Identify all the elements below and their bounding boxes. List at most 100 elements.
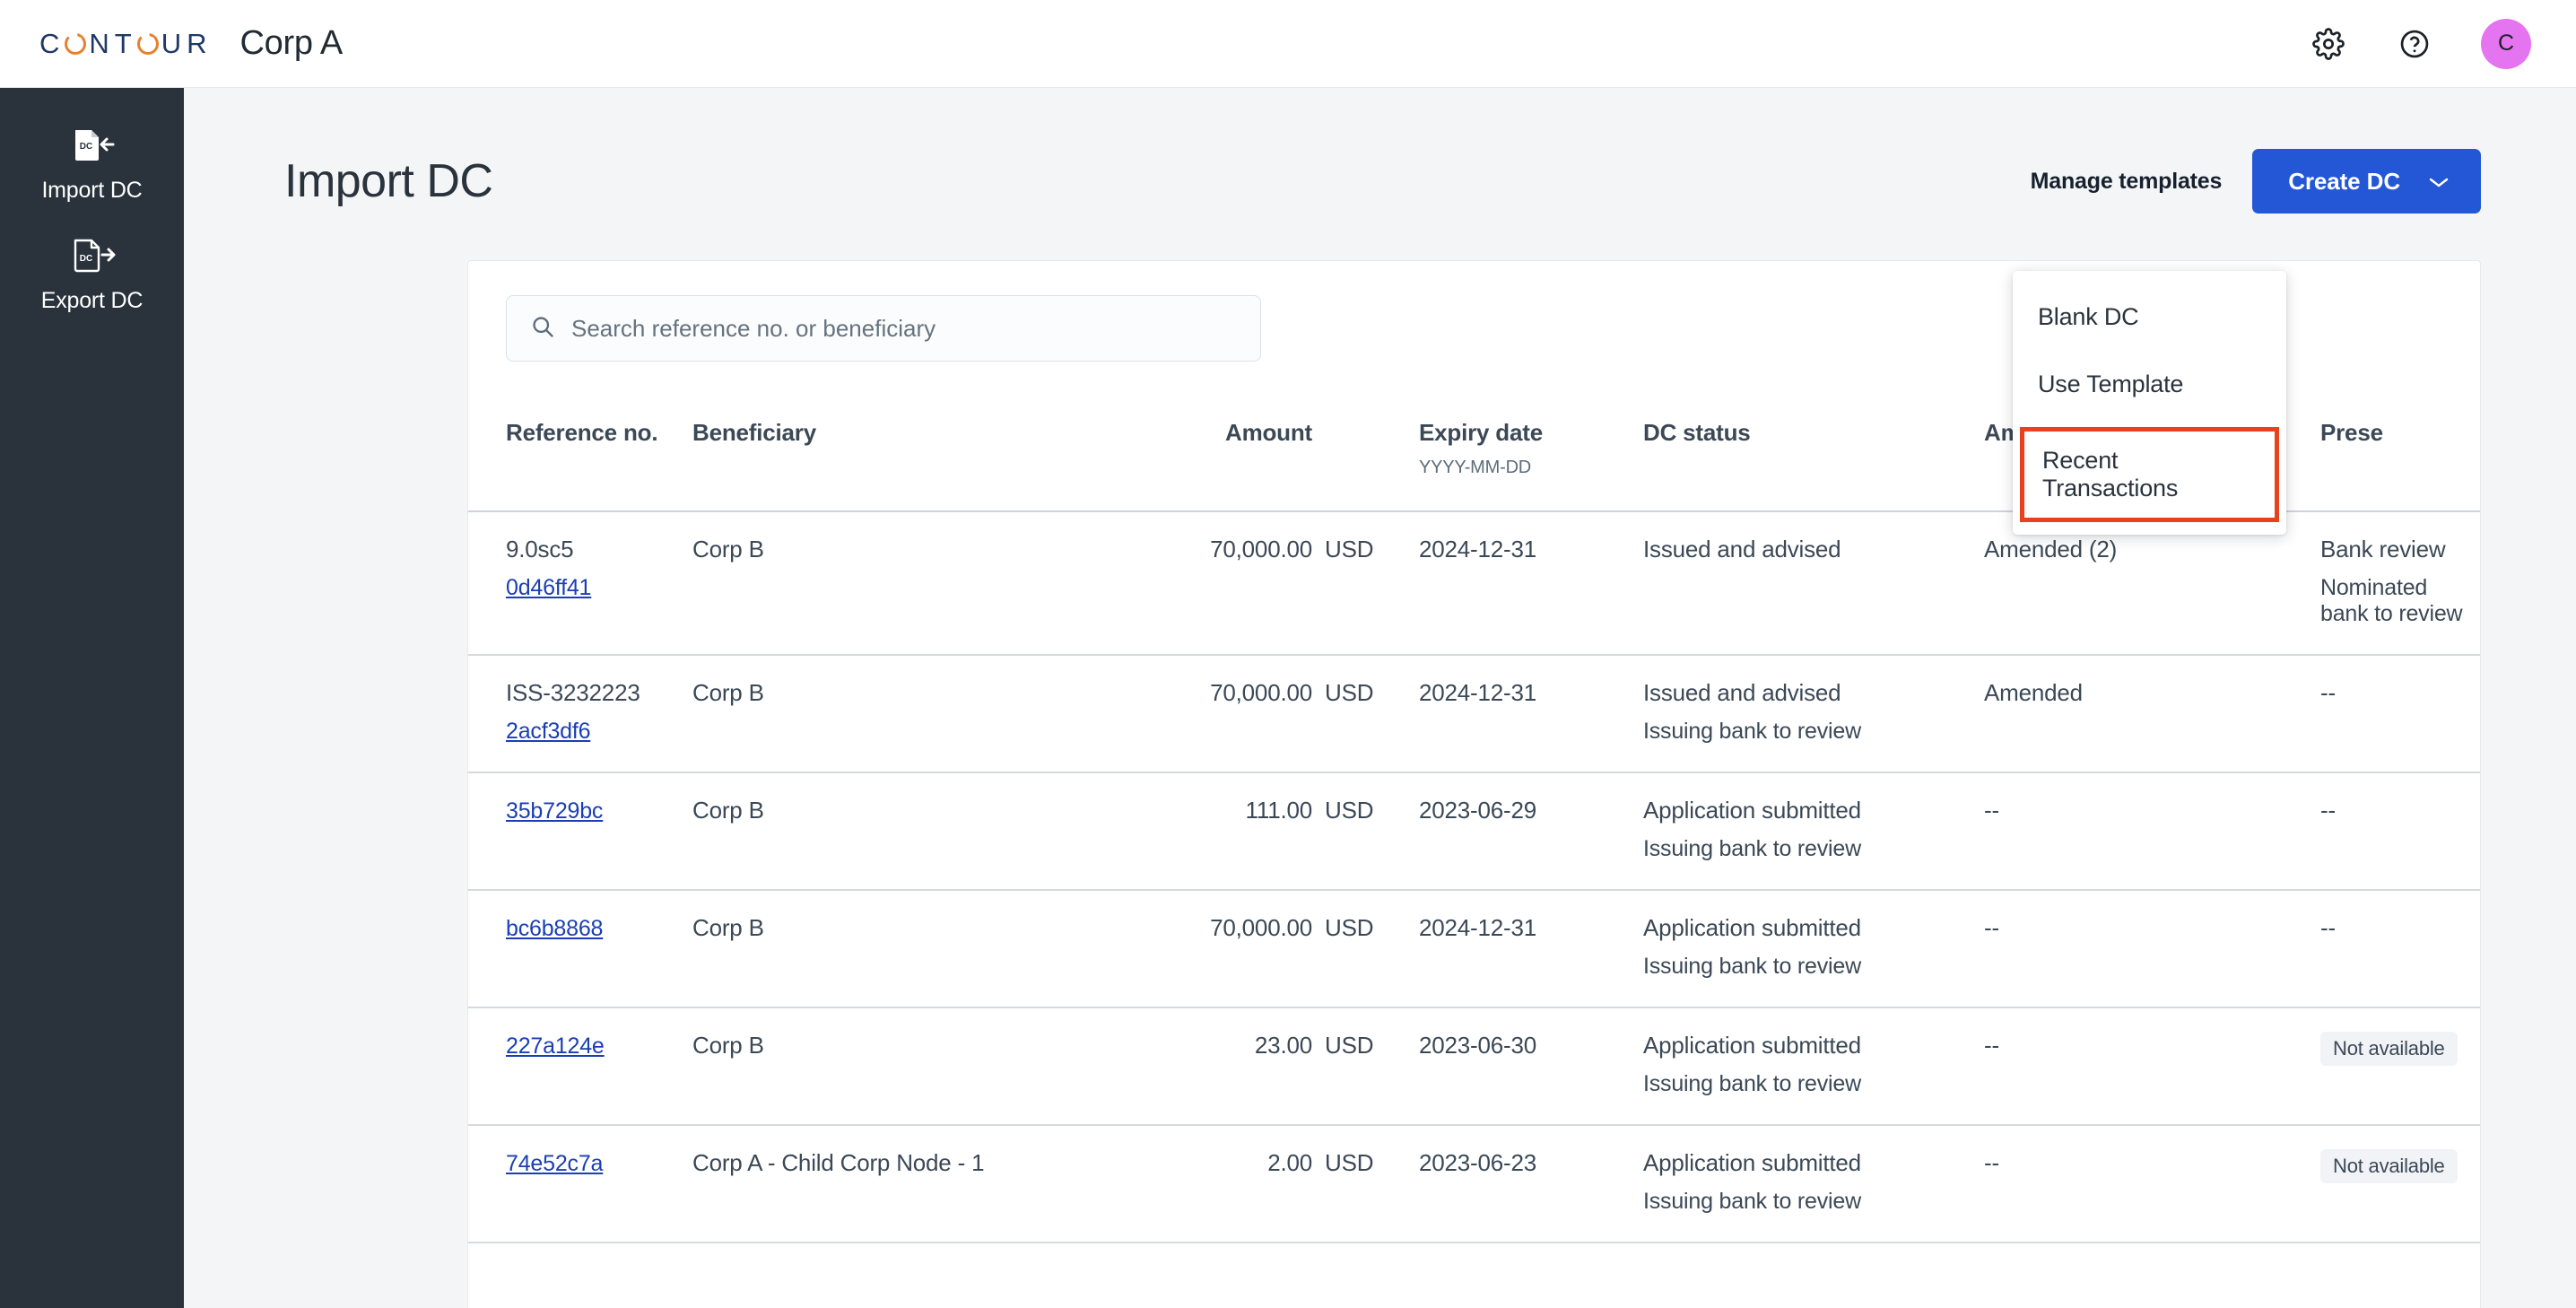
page-header-actions: Manage templates Create DC [2031,149,2481,214]
create-dc-label: Create DC [2288,167,2400,195]
cell-presentation-status: -- [2320,772,2480,891]
avatar[interactable]: C [2481,18,2531,69]
logo-letter-o-1 [65,32,87,55]
table-row[interactable]: 74e52c7a Corp A - Child Corp Node - 1 2.00… [468,1125,2480,1243]
sidebar-item-label: Import DC [41,178,143,203]
cell-beneficiary: Corp B [692,511,1132,656]
menu-item-blank-dc[interactable]: Blank DC [2013,283,2286,351]
sidebar: DC Import DC DC Export DC [0,88,184,1308]
cell-dc-status-sub: Issuing bank to review [1643,1071,1861,1096]
table-row[interactable]: bc6b8868 Corp B 70,000.00 USD 2024-12-31 Appl… [468,890,2480,1008]
column-header-currency [1325,396,1419,512]
search-box[interactable] [506,295,1261,362]
cell-amount: 23.00 [1132,1007,1325,1126]
document-export-icon: DC [68,234,117,281]
column-header-amount[interactable]: Amount [1132,396,1325,512]
cell-currency: USD [1325,655,1419,773]
sidebar-item-import-dc[interactable]: DC Import DC [0,108,184,218]
cell-expiry-date: 2024-12-31 [1419,511,1643,656]
reference-no-link[interactable]: bc6b8868 [506,916,603,942]
page-title: Import DC [284,155,493,207]
create-dc-dropdown-menu: Blank DC Use Template Recent Transaction… [2013,271,2286,535]
cell-currency: USD [1325,890,1419,1008]
table-row[interactable]: 35b729bc Corp B 111.00 USD 2023-06-29 Applica… [468,772,2480,891]
reference-no-text: ISS-3232223 [506,679,640,706]
column-header-reference-no[interactable]: Reference no. [468,396,692,512]
cell-currency: USD [1325,1007,1419,1126]
reference-no-link[interactable]: 35b729bc [506,798,603,824]
reference-no-link[interactable]: 2acf3df6 [506,719,591,745]
reference-no-text: 9.0sc5 [506,536,574,562]
cell-presentation-status: Not available [2320,1125,2480,1243]
column-header-beneficiary[interactable]: Beneficiary [692,396,1132,512]
cell-amount: 70,000.00 [1132,511,1325,656]
cell-amendment-status: -- [1984,1125,2320,1243]
cell-presentation-status: Not available [2320,1007,2480,1126]
cell-beneficiary: Corp B [692,1007,1132,1126]
logo-letter-u: U [161,27,185,59]
menu-item-use-template[interactable]: Use Template [2013,351,2286,418]
cell-currency: USD [1325,772,1419,891]
cell-dc-status-sub: Issuing bank to review [1643,719,1861,744]
sidebar-item-label: Export DC [40,288,144,313]
logo-letter-o-2 [136,32,159,55]
column-header-dc-status[interactable]: DC status [1643,396,1984,512]
table-row[interactable]: ISS-3232223 2acf3df6 Corp B 70,000.00 USD 202… [468,655,2480,773]
cell-expiry-date: 2023-06-29 [1419,772,1643,891]
cell-presentation-status: -- [2320,890,2480,1008]
question-circle-icon[interactable] [2395,24,2434,64]
avatar-initial: C [2497,31,2515,56]
create-dc-button[interactable]: Create DC [2252,149,2481,214]
cell-presentation-status: Bank review Nominated bank to review [2320,511,2480,656]
cell-reference-no: 9.0sc5 0d46ff41 [468,511,692,656]
cell-beneficiary: Corp B [692,890,1132,1008]
search-icon [530,314,555,344]
cell-dc-status: Application submitted Issuing bank to rev… [1643,1125,1984,1243]
column-header-presentation-status[interactable]: Prese [2320,396,2480,512]
column-header-expiry-date[interactable]: Expiry date YYYY-MM-DD [1419,396,1643,512]
cell-amount: 70,000.00 [1132,890,1325,1008]
cell-amount: 2.00 [1132,1125,1325,1243]
cell-dc-status: Application submitted Issuing bank to rev… [1643,772,1984,891]
cell-dc-status: Application submitted Issuing bank to rev… [1643,1007,1984,1126]
cell-amount: 111.00 [1132,772,1325,891]
cell-expiry-date: 2024-12-31 [1419,890,1643,1008]
top-bar-actions: C [2309,18,2531,69]
brand-logo[interactable]: C N T U R Corp A [39,24,343,63]
menu-item-recent-transactions[interactable]: Recent Transactions [2020,427,2279,522]
logo-letter-r: R [187,27,210,59]
cell-dc-status: Application submitted Issuing bank to rev… [1643,890,1984,1008]
cell-presentation-status-sub: Nominated bank to review [2320,575,2463,626]
sidebar-item-export-dc[interactable]: DC Export DC [0,218,184,328]
column-header-expiry-date-format: YYYY-MM-DD [1419,458,1532,477]
cell-reference-no: bc6b8868 [468,890,692,1008]
search-input[interactable] [571,314,1237,343]
cell-beneficiary: Corp A - Child Corp Node - 1 [692,1125,1132,1243]
cell-expiry-date: 2023-06-23 [1419,1125,1643,1243]
logo-letter-t: T [114,27,135,59]
cell-expiry-date: 2023-06-30 [1419,1007,1643,1126]
cell-currency: USD [1325,511,1419,656]
cell-amendment-status: Amended [1984,655,2320,773]
organization-name: Corp A [239,24,344,62]
cell-beneficiary: Corp B [692,772,1132,891]
cell-expiry-date: 2024-12-31 [1419,655,1643,773]
status-badge: Not available [2320,1149,2458,1183]
cell-reference-no: 227a124e [468,1007,692,1126]
cell-presentation-status: -- [2320,655,2480,773]
cell-amendment-status: -- [1984,772,2320,891]
cell-reference-no: ISS-3232223 2acf3df6 [468,655,692,773]
cell-amount: 70,000.00 [1132,655,1325,773]
app-root: C N T U R Corp A C DC Import DC DC Expor… [0,0,2576,1308]
logo-letter-n: N [89,27,112,59]
reference-no-link[interactable]: 227a124e [506,1033,605,1059]
cell-amendment-status: -- [1984,890,2320,1008]
top-bar: C N T U R Corp A C [0,0,2576,88]
reference-no-link[interactable]: 0d46ff41 [506,575,591,601]
cell-beneficiary: Corp B [692,655,1132,773]
dc-table-body: 9.0sc5 0d46ff41 Corp B 70,000.00 USD 2024-12-… [468,511,2480,1243]
gear-icon[interactable] [2309,24,2348,64]
reference-no-link[interactable]: 74e52c7a [506,1151,603,1177]
manage-templates-button[interactable]: Manage templates [2031,169,2223,195]
table-row[interactable]: 227a124e Corp B 23.00 USD 2023-06-30 Applicat… [468,1007,2480,1126]
